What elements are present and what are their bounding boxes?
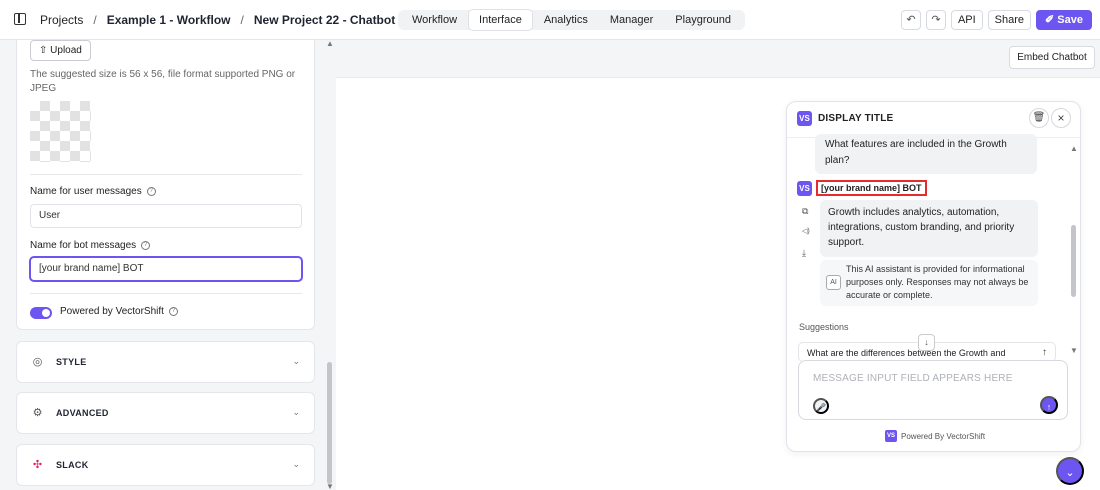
- scroll-to-bottom-button[interactable]: ↓: [918, 334, 935, 351]
- chevron-down-icon: ⌄: [292, 356, 300, 366]
- powered-by-toggle[interactable]: [30, 307, 52, 319]
- tab-manager[interactable]: Manager: [600, 10, 663, 30]
- section-slack[interactable]: ✣ SLACK ⌄: [16, 444, 315, 486]
- bot-avatar-icon: VS: [797, 180, 812, 196]
- powered-by-label-text: Powered by VectorShift: [60, 306, 164, 317]
- embed-chatbot-button[interactable]: Embed Chatbot: [1009, 46, 1095, 69]
- breadcrumb-separator: /: [93, 13, 97, 27]
- tab-workflow[interactable]: Workflow: [402, 10, 467, 30]
- toolbar-actions: ↶ ↷ API Share ✐ Save: [900, 10, 1092, 30]
- chat-launcher-button[interactable]: ⌄: [1056, 457, 1084, 485]
- scroll-up-arrow-icon[interactable]: ▲: [1070, 144, 1078, 153]
- chat-header: VS DISPLAY TITLE: [797, 111, 893, 126]
- section-style[interactable]: ◎ STYLE ⌄: [16, 341, 315, 383]
- copy-icon[interactable]: ⧉: [802, 206, 808, 217]
- section-slack-title: SLACK: [56, 460, 89, 470]
- powered-by-text: Powered By VectorShift: [901, 431, 986, 441]
- message-input[interactable]: MESSAGE INPUT FIELD APPEARS HERE 🎤 ↑: [798, 360, 1068, 420]
- suggestions-label: Suggestions: [799, 322, 849, 332]
- tab-playground[interactable]: Playground: [665, 10, 741, 30]
- slack-icon: ✣: [32, 459, 43, 471]
- undo-button[interactable]: ↶: [900, 10, 921, 30]
- user-messages-label: Name for user messages ?: [30, 186, 156, 197]
- divider: [30, 293, 302, 294]
- settings-panel: ⇧ Upload The suggested size is 56 x 56, …: [16, 40, 316, 490]
- logo-preview: [30, 101, 91, 162]
- bot-message-bubble: Growth includes analytics, automation, i…: [820, 200, 1038, 257]
- chatbot-settings-card: ⇧ Upload The suggested size is 56 x 56, …: [16, 40, 315, 330]
- suggestion-text: What are the differences between the Gro…: [807, 348, 1006, 358]
- powered-by-label: Powered by VectorShift ?: [60, 306, 178, 317]
- save-button[interactable]: ✐ Save: [1036, 10, 1092, 30]
- user-message-bubble: What features are included in the Growth…: [815, 134, 1037, 174]
- info-icon[interactable]: ?: [141, 241, 151, 250]
- sidebar-toggle-icon[interactable]: [14, 13, 26, 25]
- user-messages-label-text: Name for user messages: [30, 186, 142, 197]
- info-icon[interactable]: ?: [168, 307, 178, 316]
- breadcrumb-workflow[interactable]: Example 1 - Workflow: [107, 13, 231, 27]
- tab-analytics[interactable]: Analytics: [534, 10, 598, 30]
- upload-hint: The suggested size is 56 x 56, file form…: [30, 69, 296, 94]
- scroll-up-arrow-icon[interactable]: ▲: [326, 39, 334, 48]
- download-icon[interactable]: ⤓: [802, 248, 806, 259]
- section-style-title: STYLE: [56, 357, 87, 367]
- info-icon[interactable]: ?: [146, 187, 156, 196]
- vectorshift-logo-icon: VS: [885, 430, 897, 442]
- bot-messages-field[interactable]: [your brand name] BOT: [30, 257, 302, 281]
- trash-icon[interactable]: 🗑: [1029, 108, 1049, 128]
- chat-scrollbar-thumb[interactable]: [1071, 225, 1076, 297]
- section-advanced-title: ADVANCED: [56, 408, 109, 418]
- chevron-down-icon: ⌄: [292, 407, 300, 417]
- bot-name-row: VS [your brand name] BOT: [797, 180, 927, 196]
- ai-disclaimer: AI This AI assistant is provided for inf…: [820, 260, 1038, 306]
- breadcrumb-project[interactable]: New Project 22 - Chatbot: [254, 13, 395, 27]
- gear-icon: ⚙: [32, 407, 43, 419]
- scroll-down-arrow-icon[interactable]: ▼: [1070, 346, 1078, 355]
- breadcrumb-separator: /: [240, 13, 244, 27]
- bot-name-label: [your brand name] BOT: [816, 180, 927, 196]
- api-button[interactable]: API: [950, 10, 983, 30]
- chatbot-widget: VS DISPLAY TITLE 🗑 × What features are i…: [786, 101, 1081, 452]
- speaker-icon[interactable]: ◁): [802, 227, 810, 235]
- scroll-down-arrow-icon[interactable]: ▼: [326, 482, 334, 490]
- bot-messages-label: Name for bot messages ?: [30, 240, 151, 251]
- chat-title: DISPLAY TITLE: [818, 113, 894, 124]
- breadcrumb-projects[interactable]: Projects: [40, 13, 83, 27]
- upload-button[interactable]: ⇧ Upload: [30, 40, 91, 61]
- breadcrumb: Projects / Example 1 - Workflow / New Pr…: [40, 13, 395, 27]
- ai-badge-icon: AI: [826, 275, 841, 290]
- disclaimer-text: This AI assistant is provided for inform…: [846, 264, 1029, 300]
- close-icon[interactable]: ×: [1051, 108, 1071, 128]
- message-input-placeholder: MESSAGE INPUT FIELD APPEARS HERE: [813, 373, 1013, 384]
- nav-tabs: Workflow Interface Analytics Manager Pla…: [398, 10, 745, 30]
- bot-messages-label-text: Name for bot messages: [30, 240, 137, 251]
- mic-icon[interactable]: 🎤: [813, 398, 829, 414]
- vectorshift-logo-icon: VS: [797, 111, 812, 126]
- user-messages-field[interactable]: User: [30, 204, 302, 228]
- preview-toolbar: [336, 40, 1100, 78]
- palette-icon: ◎: [32, 356, 43, 368]
- divider: [30, 174, 302, 175]
- section-advanced[interactable]: ⚙ ADVANCED ⌄: [16, 392, 315, 434]
- tab-interface[interactable]: Interface: [469, 10, 532, 30]
- scrollbar-thumb[interactable]: [327, 362, 332, 484]
- send-button[interactable]: ↑: [1040, 396, 1058, 414]
- share-button[interactable]: Share: [987, 10, 1032, 30]
- redo-button[interactable]: ↷: [925, 10, 946, 30]
- chevron-down-icon: ⌄: [292, 459, 300, 469]
- top-bar: Projects / Example 1 - Workflow / New Pr…: [0, 0, 1100, 40]
- powered-by-footer: VS Powered By VectorShift: [885, 430, 985, 442]
